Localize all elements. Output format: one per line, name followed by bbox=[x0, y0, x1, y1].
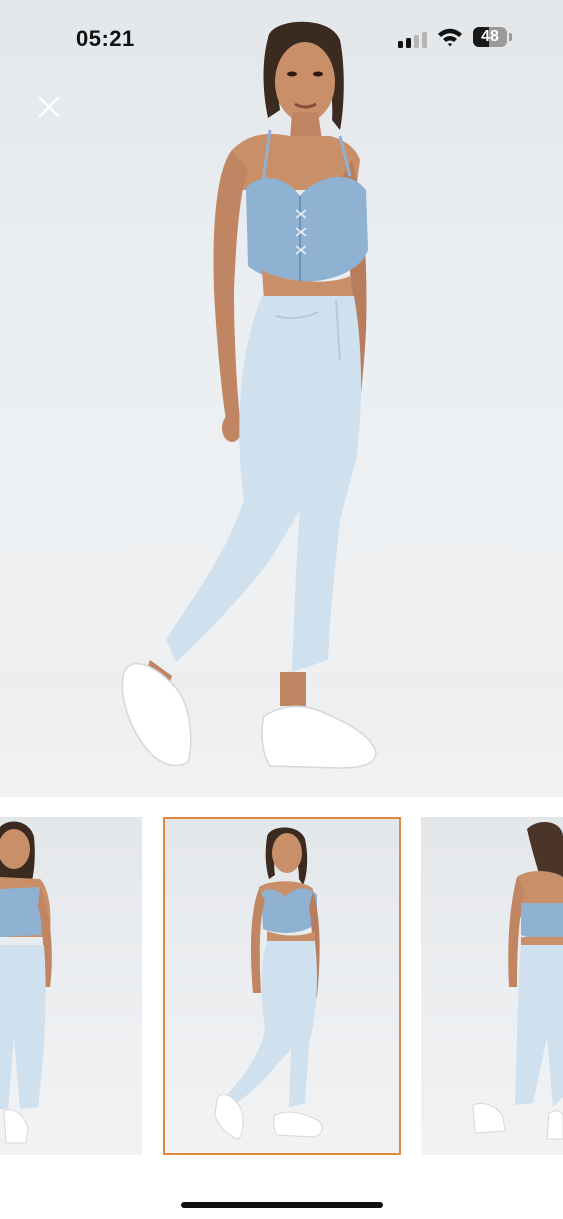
model-figure bbox=[121, 21, 377, 769]
wifi-icon bbox=[438, 28, 462, 47]
signal-bar bbox=[414, 35, 419, 48]
model-back-thumbnail bbox=[472, 822, 563, 1140]
main-product-image[interactable] bbox=[0, 0, 563, 797]
thumbnail-back-view[interactable] bbox=[421, 817, 563, 1155]
model-side-thumbnail bbox=[214, 827, 323, 1140]
battery-percent: 48 bbox=[481, 28, 499, 45]
status-time: 05:21 bbox=[76, 26, 135, 51]
cellular-signal-icon bbox=[398, 30, 430, 48]
battery-cap bbox=[509, 33, 512, 41]
status-bar: 05:21 48 bbox=[0, 0, 563, 70]
thumbnail-side-view[interactable] bbox=[163, 817, 401, 1155]
signal-bar bbox=[422, 32, 427, 48]
thumbnail-front-view[interactable] bbox=[0, 817, 142, 1155]
battery-icon: 48 bbox=[473, 27, 507, 47]
signal-bar bbox=[406, 38, 411, 48]
product-image-viewer: 05:21 48 bbox=[0, 0, 563, 1219]
signal-bar bbox=[398, 41, 403, 48]
close-icon bbox=[38, 96, 60, 118]
model-front-thumbnail bbox=[0, 821, 52, 1144]
home-indicator[interactable] bbox=[181, 1202, 383, 1208]
close-button[interactable] bbox=[30, 88, 68, 126]
